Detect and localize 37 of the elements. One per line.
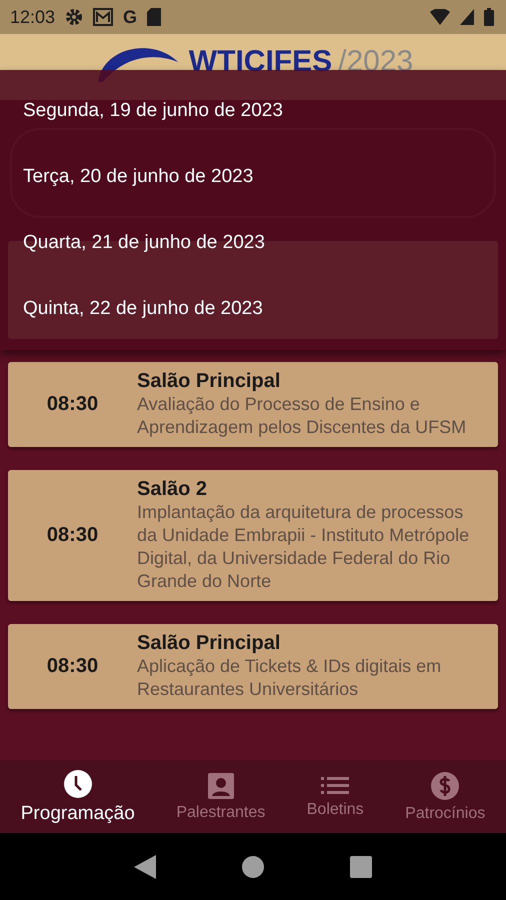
session-time: 08:30 (46, 654, 100, 679)
session-title: Implantação da arquitetura de processos da Unidade Embrapii - Instituto Metrópole Digital, da Universidade Federal do Rio Grande do Norte (137, 501, 470, 593)
session-time: 08:30 (46, 392, 100, 417)
wifi-icon (430, 9, 450, 25)
session-room: Salão Principal (137, 632, 282, 655)
session-card[interactable]: 08:30 Salão Principal Aplicação de Tickets & IDs digitais em Restaurantes Universitários (8, 624, 498, 709)
session-title: Avaliação do Processo de Ensino e Aprendizagem pelos Discentes da UFSM (137, 393, 468, 439)
session-card[interactable]: 08:30 Salão Principal Avaliação do Processo de Ensino e Aprendizagem pelos Discentes da UFSM (8, 362, 498, 447)
home-icon[interactable] (242, 856, 264, 878)
menu-item[interactable]: Terça, 20 de junho de 2023 (0, 160, 506, 194)
dollar-icon (430, 770, 460, 800)
menu-item[interactable]: Segunda, 19 de junho de 2023 (0, 94, 506, 128)
logo-year: /2023 (338, 45, 414, 79)
session-time: 08:30 (46, 523, 100, 548)
menu-item[interactable]: Quarta, 21 de junho de 2023 (0, 226, 506, 260)
nav-tab[interactable]: Boletins (306, 774, 364, 818)
nav-tab[interactable]: Programação (20, 768, 135, 824)
battery-icon (484, 8, 494, 26)
recents-icon[interactable] (350, 856, 372, 878)
session-room: Salão 2 (137, 478, 208, 501)
gear-icon (65, 8, 84, 26)
session-room: Salão Principal (137, 370, 282, 393)
clock-icon (62, 768, 93, 798)
nav-tab[interactable]: Palestrantes (176, 772, 266, 822)
session-title: Aplicação de Tickets & IDs digitais em Restaurantes Universitários (137, 655, 442, 701)
sd-card-icon (147, 8, 162, 26)
g-letter: G (123, 6, 138, 28)
session-card[interactable]: 08:30 Salão 2 Implantação da arquitetura de processos da Unidade Embrapii - Instituto Metrópole Digital, da Universidade Federal do Rio Grande do Norte (8, 470, 498, 601)
signal-icon (460, 9, 474, 25)
mail-icon (93, 8, 114, 26)
status-time: 12:03 (10, 6, 56, 28)
person-icon (206, 772, 235, 800)
logo-name: WTICIFES (188, 45, 332, 79)
list-icon (321, 774, 350, 796)
nav-tab[interactable]: Patrocínios (405, 770, 486, 822)
menu-item[interactable]: Quinta, 22 de junho de 2023 (0, 292, 506, 326)
back-icon[interactable] (134, 854, 156, 878)
